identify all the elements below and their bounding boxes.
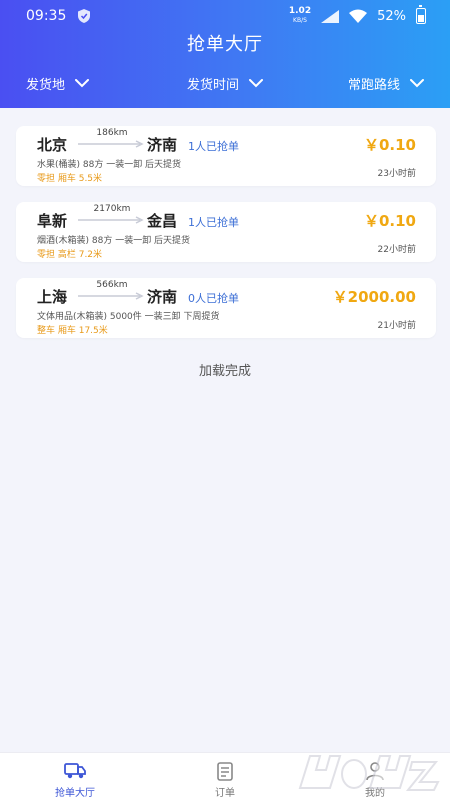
- order-tags: 零担 厢车 5.5米: [37, 174, 103, 184]
- order-time-ago: 23小时前: [377, 169, 416, 179]
- order-price: ￥2000.00: [332, 288, 416, 306]
- chevron-down-icon: [410, 79, 425, 88]
- truck-icon: [64, 763, 86, 779]
- order-grab-count: 1人已抢单: [188, 216, 239, 229]
- tab-orders[interactable]: 订单: [185, 761, 265, 799]
- status-bar: 09:35 1.02 KB/S 52%: [0, 0, 450, 32]
- clipboard-icon: [217, 762, 233, 781]
- order-destination: 济南: [147, 288, 178, 306]
- order-description: 水果(桶装) 88方 一装一卸 后天提货: [37, 160, 182, 170]
- chevron-down-icon: [75, 79, 90, 88]
- filter-ship-time[interactable]: 发货时间: [187, 74, 264, 93]
- order-distance: 186km: [96, 128, 128, 138]
- order-description: 烟酒(木箱装) 88方 一装一卸 后天提货: [37, 236, 191, 246]
- order-time-ago: 21小时前: [377, 321, 416, 331]
- order-card[interactable]: 上海 566km 济南 0人已抢单 ￥2000.00 文体用品(木箱装) 500…: [16, 278, 436, 338]
- order-card[interactable]: 北京 186km 济南 1人已抢单 ￥0.10 水果(桶装) 88方 一装一卸 …: [16, 126, 436, 186]
- order-price: ￥0.10: [363, 212, 416, 230]
- filter-routes-label: 常跑路线: [348, 78, 401, 93]
- filter-origin[interactable]: 发货地: [26, 74, 90, 93]
- route-arrow-icon: [78, 216, 144, 224]
- order-tags: 零担 高栏 7.2米: [37, 250, 103, 260]
- status-time: 09:35: [26, 8, 67, 24]
- order-tags: 整车 厢车 17.5米: [37, 326, 108, 336]
- route-arrow-icon: [78, 292, 144, 300]
- chevron-down-icon: [249, 79, 264, 88]
- header: 09:35 1.02 KB/S 52% 抢单大厅 发货地 发货时间 常跑路线: [0, 0, 450, 108]
- filter-bar: 发货地 发货时间 常跑路线: [0, 74, 450, 96]
- site-watermark-logo: [298, 755, 440, 791]
- net-speed: 1.02 KB/S: [288, 6, 312, 25]
- filter-origin-label: 发货地: [26, 78, 66, 93]
- signal-icon: [321, 9, 340, 23]
- battery-percent: 52%: [377, 8, 406, 24]
- shield-icon: [78, 9, 91, 23]
- filter-ship-time-label: 发货时间: [187, 78, 240, 93]
- order-card[interactable]: 阜新 2170km 金昌 1人已抢单 ￥0.10 烟酒(木箱装) 88方 一装一…: [16, 202, 436, 262]
- battery-icon: [416, 5, 426, 24]
- order-grab-count: 1人已抢单: [188, 140, 239, 153]
- order-origin: 北京: [37, 136, 68, 154]
- tab-order-hall-label: 抢单大厅: [55, 788, 95, 799]
- tab-order-hall[interactable]: 抢单大厅: [35, 761, 115, 799]
- page-title: 抢单大厅: [187, 34, 263, 55]
- order-description: 文体用品(木箱装) 5000件 一装三卸 下周提货: [37, 312, 220, 322]
- order-distance: 566km: [96, 280, 128, 290]
- filter-routes[interactable]: 常跑路线: [348, 74, 425, 93]
- order-grab-count: 0人已抢单: [188, 292, 239, 305]
- order-origin: 上海: [37, 288, 68, 306]
- wifi-icon: [349, 9, 368, 23]
- order-price: ￥0.10: [363, 136, 416, 154]
- order-distance: 2170km: [93, 204, 131, 214]
- order-destination: 金昌: [147, 212, 178, 230]
- tab-orders-label: 订单: [215, 788, 235, 799]
- order-time-ago: 22小时前: [377, 245, 416, 255]
- route-arrow-icon: [78, 140, 144, 148]
- load-status: 加载完成: [198, 364, 251, 379]
- order-destination: 济南: [147, 136, 178, 154]
- order-origin: 阜新: [37, 212, 68, 230]
